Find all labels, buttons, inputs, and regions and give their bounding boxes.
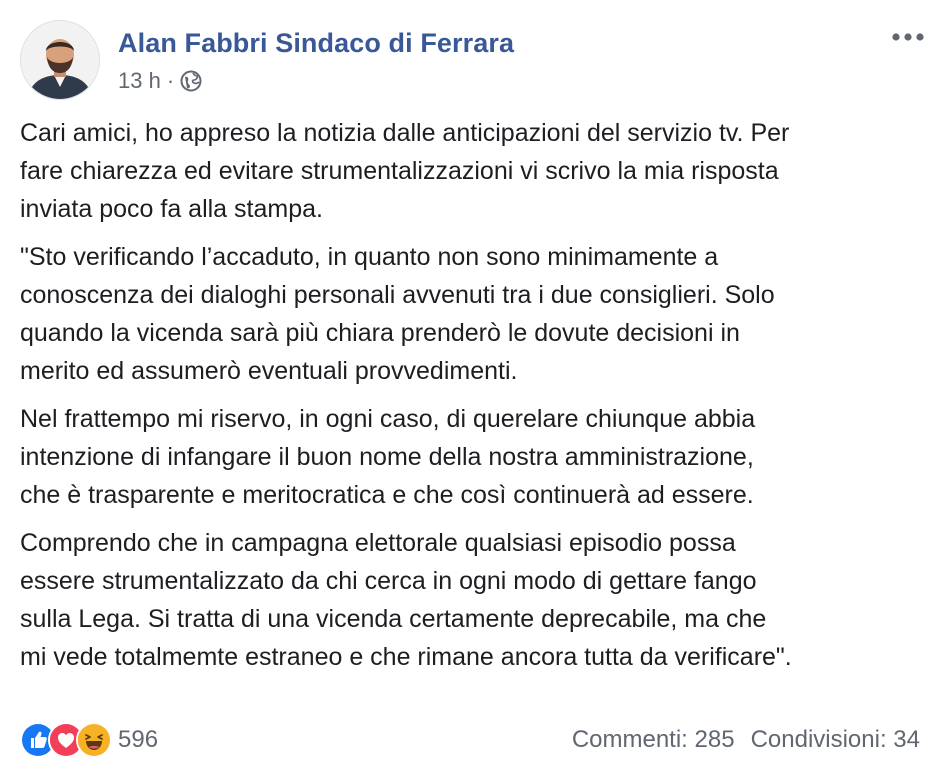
avatar[interactable] (20, 20, 100, 100)
comments-count-link[interactable]: Commenti: 285 (572, 726, 735, 754)
post-footer: 596 Commenti: 285 Condivisioni: 34 (20, 720, 920, 760)
author-name[interactable]: Alan Fabbri Sindaco di Ferrara (118, 28, 514, 59)
haha-icon (76, 722, 112, 758)
globe-icon[interactable] (180, 70, 202, 92)
post-paragraph: Cari amici, ho appreso la notizia dalle … (20, 119, 790, 223)
post-meta: 13 h · (118, 68, 202, 94)
post-paragraph: Nel frattempo mi riservo, in ogni caso, … (20, 405, 756, 509)
post-timestamp[interactable]: 13 h (118, 68, 161, 94)
meta-separator: · (166, 68, 175, 93)
shares-count-link[interactable]: Condivisioni: 34 (751, 726, 920, 754)
reaction-count[interactable]: 596 (118, 726, 158, 754)
facebook-post: Alan Fabbri Sindaco di Ferrara 13 h · Ca… (0, 0, 946, 770)
post-paragraph: "Sto verificando l’accaduto, in quanto n… (20, 243, 775, 385)
avatar-image (21, 21, 99, 99)
more-dots-icon (892, 33, 924, 41)
reactions-summary[interactable]: 596 (20, 722, 158, 758)
post-stats: Commenti: 285 Condivisioni: 34 (572, 726, 920, 754)
post-paragraph: Comprendo che in campagna elettorale qua… (20, 529, 792, 671)
post-body: Cari amici, ho appreso la notizia dalle … (20, 114, 930, 686)
more-options-button[interactable] (888, 26, 928, 48)
